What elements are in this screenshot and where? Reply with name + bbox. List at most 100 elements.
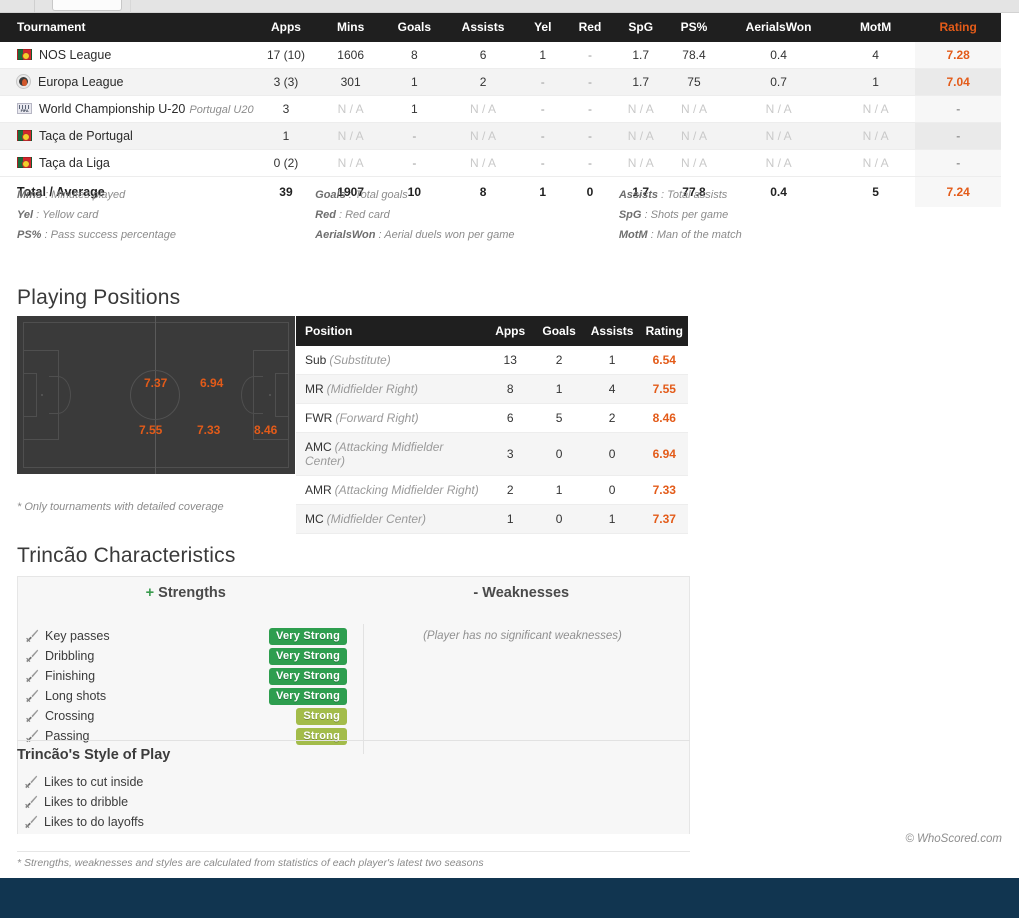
col-ps[interactable]: PS% xyxy=(666,13,722,42)
table-row: AMC (Attacking Midfielder Center) 3 0 0 6.94 xyxy=(296,432,688,476)
tournament-name-cell[interactable]: Taça de Portugal xyxy=(0,122,254,150)
cell-ps: N / A xyxy=(666,149,722,177)
col-goals[interactable]: Goals xyxy=(382,13,446,42)
pitch-position-rating: 6.94 xyxy=(200,376,224,390)
legend-desc: Total goals xyxy=(354,189,408,201)
cell-assists: N / A xyxy=(445,149,521,177)
legend-desc: Shots per game xyxy=(650,209,729,221)
position-goals: 5 xyxy=(534,403,584,433)
sword-icon xyxy=(26,669,39,683)
cell-aerials: N / A xyxy=(721,95,836,123)
position-cell: MC (Midfielder Center) xyxy=(296,504,486,534)
table-row[interactable]: Taça de Portugal 1 N / A-N / A--N / AN / A… xyxy=(0,122,1001,150)
col-motm[interactable]: MotM xyxy=(835,13,916,42)
strength-label: Key passes xyxy=(45,629,110,643)
position-desc: (Substitute) xyxy=(329,353,391,367)
position-cell: MR (Midfielder Right) xyxy=(296,374,486,404)
position-apps: 13 xyxy=(485,346,535,375)
position-code: MR xyxy=(305,382,324,396)
table-row[interactable]: NOS League 17 (10) 1606 8 6 1-1.7 78.4 0.4 4 7.28 xyxy=(0,42,1001,69)
tournament-label: Taça de Portugal xyxy=(39,129,133,143)
col-tournament[interactable]: Tournament xyxy=(0,13,254,42)
position-assists: 4 xyxy=(583,374,641,404)
flag-portugal-icon xyxy=(17,49,32,60)
col-assists[interactable]: Assists xyxy=(445,13,521,42)
dropdown-button-partial[interactable] xyxy=(52,0,122,11)
pitch-penalty-spot-left xyxy=(41,394,43,396)
cell-ps: 78.4 xyxy=(666,42,722,69)
col-aerialswon[interactable]: AerialsWon xyxy=(721,13,836,42)
position-code: Sub xyxy=(305,353,327,367)
panel-edge-left xyxy=(34,0,35,13)
position-assists: 0 xyxy=(583,475,641,505)
cell-aerials: 0.7 xyxy=(721,68,836,96)
strength-rating-slot: Very Strong xyxy=(258,687,354,705)
legend-key: Mins xyxy=(17,189,43,201)
legend-item: Red : Red card xyxy=(315,209,390,221)
strengths-heading-col: + Strengths xyxy=(18,584,354,602)
cell-motm: 1 xyxy=(835,68,916,96)
col-rating[interactable]: Rating xyxy=(915,13,1001,42)
position-apps: 1 xyxy=(485,504,535,534)
col-yel[interactable]: Yel xyxy=(520,13,566,42)
legend-row: Mins : Minutes played Goals : Total goals… xyxy=(17,189,917,201)
legend-row: Yel : Yellow card Red : Red card SpG : Sho… xyxy=(17,209,917,221)
strengths-heading: + Strengths xyxy=(146,585,226,601)
sword-icon xyxy=(26,629,39,643)
pitch-six-yard-right xyxy=(275,373,289,417)
copyright-label: © WhoScored.com xyxy=(905,833,1002,845)
col-spg[interactable]: SpG xyxy=(614,13,667,42)
cell-red: - xyxy=(565,122,615,150)
tournament-name-cell[interactable]: NOS League xyxy=(0,42,254,69)
cell-yel: - xyxy=(520,122,566,150)
flag-portugal-icon xyxy=(17,157,32,168)
position-apps: 8 xyxy=(485,374,535,404)
col-apps[interactable]: Apps xyxy=(253,13,319,42)
strength-row: Passing Strong xyxy=(18,726,354,746)
style-row: Likes to dribble xyxy=(17,792,417,812)
cell-spg: N / A xyxy=(614,122,667,150)
weaknesses-note: (Player has no significant weaknesses) xyxy=(423,630,622,642)
position-code: AMR xyxy=(305,483,332,497)
coverage-note: * Only tournaments with detailed coverag… xyxy=(17,501,224,513)
legend-item: PS% : Pass success percentage xyxy=(17,229,176,241)
position-cell: AMR (Attacking Midfielder Right) xyxy=(296,475,486,505)
col-mins[interactable]: Mins xyxy=(318,13,383,42)
tournament-name-cell[interactable]: World Championship U-20Portugal U20 xyxy=(0,95,254,123)
pitch-position-rating: 7.37 xyxy=(144,376,168,390)
table-row[interactable]: Europa League 3 (3) 301 1 2- -1.7 75 0.7 1 7.04 xyxy=(0,68,1001,96)
col-pos-rating: Rating xyxy=(640,316,688,346)
cell-apps: 17 (10) xyxy=(253,42,319,69)
cell-yel: - xyxy=(520,149,566,177)
position-desc: (Midfielder Right) xyxy=(326,382,419,396)
sword-icon xyxy=(26,709,39,723)
tournament-name-cell[interactable]: Taça da Liga xyxy=(0,149,254,177)
stats-legend: Mins : Minutes played Goals : Total goals… xyxy=(17,189,917,249)
tournament-label: World Championship U-20 xyxy=(39,102,186,116)
cell-goals: 1 xyxy=(382,68,446,96)
tournament-name-cell[interactable]: Europa League xyxy=(0,68,254,96)
cell-goals: - xyxy=(382,122,446,150)
position-desc: (Attacking Midfielder Right) xyxy=(334,483,479,497)
weaknesses-heading-col: - Weaknesses xyxy=(354,584,690,602)
strength-rating-slot: Strong xyxy=(258,727,354,745)
col-red[interactable]: Red xyxy=(565,13,615,42)
position-apps: 6 xyxy=(485,403,535,433)
style-separator xyxy=(17,740,690,741)
table-row[interactable]: World Championship U-20Portugal U203N / … xyxy=(0,95,1001,123)
table-row: MC (Midfielder Center) 1 0 1 7.37 xyxy=(296,504,688,534)
cell-assists: 2 xyxy=(445,68,521,96)
characteristics-headings: + Strengths - Weaknesses xyxy=(18,577,689,602)
cell-mins: N / A xyxy=(318,149,383,177)
cell-mins: N / A xyxy=(318,95,383,123)
strengths-list: Key passes Very Strong Dribbling Very Stron… xyxy=(18,626,354,746)
cell-mins: 1606 xyxy=(318,42,383,69)
legend-item: SpG : Shots per game xyxy=(618,209,729,221)
tournament-label: Taça da Liga xyxy=(39,156,110,170)
table-row[interactable]: Taça da Liga 0 (2) N / A-N / A--N / AN / A… xyxy=(0,149,1001,177)
page-root: Tournament Apps Mins Goals Assists Yel R… xyxy=(0,0,1019,918)
strengths-heading-label: Strengths xyxy=(158,585,226,601)
strength-rating-slot: Very Strong xyxy=(258,667,354,685)
cell-aerials: N / A xyxy=(721,149,836,177)
strengths-divider xyxy=(363,624,364,754)
